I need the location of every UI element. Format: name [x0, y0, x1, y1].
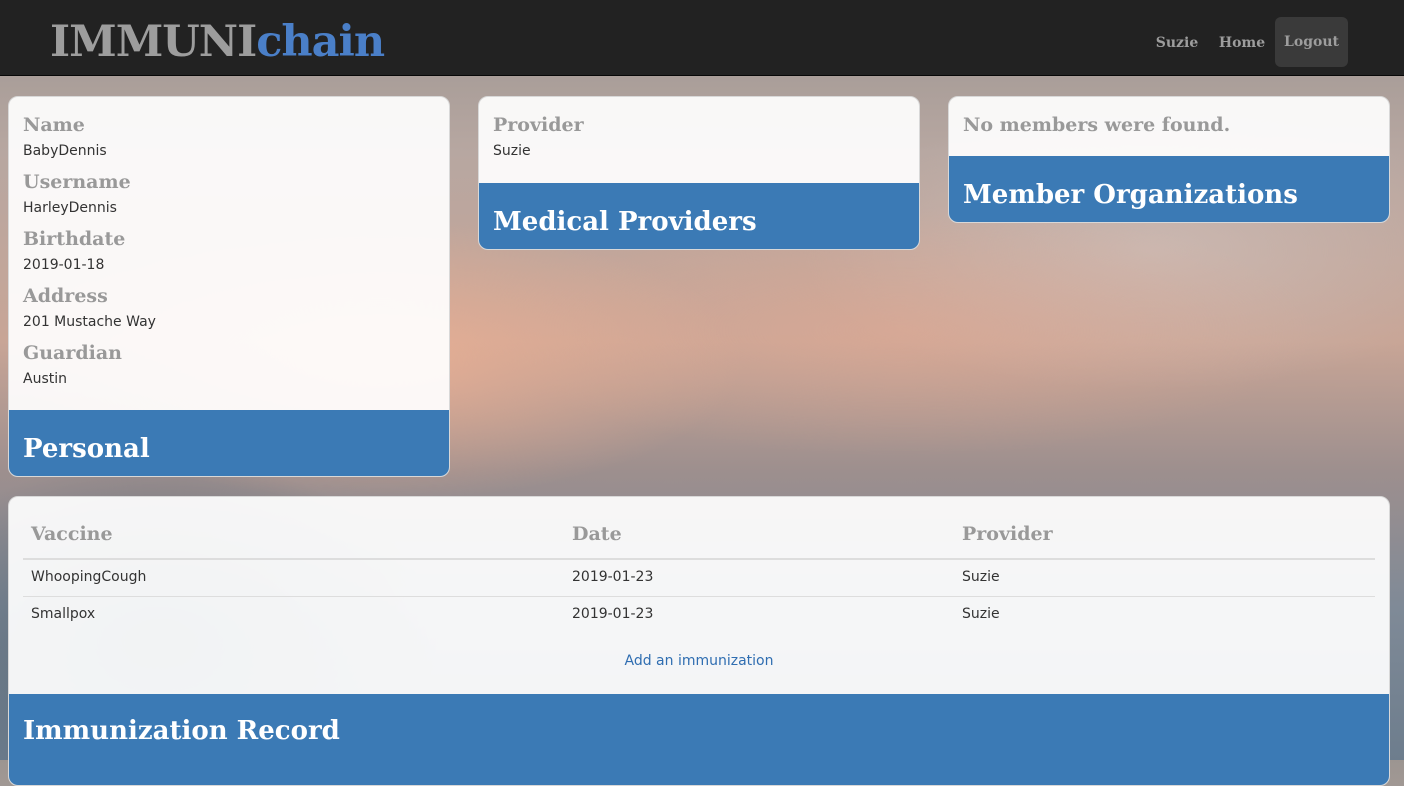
- personal-card: Name BabyDennis Username HarleyDennis Bi…: [8, 96, 450, 477]
- nav-user-link[interactable]: Suzie: [1148, 18, 1206, 68]
- address-label: Address: [23, 285, 108, 307]
- birthdate-value: 2019-01-18: [23, 257, 105, 273]
- provider-value: Suzie: [493, 143, 531, 159]
- immunization-record-card: Vaccine Date Provider WhoopingCough 2019…: [8, 496, 1390, 786]
- medical-providers-card-footer: Medical Providers: [479, 183, 919, 249]
- row-date-cell: 2019-01-23: [572, 606, 654, 622]
- brand-logo[interactable]: IMMUNIchain: [50, 14, 385, 70]
- top-navbar: IMMUNIchain Suzie Home Logout: [0, 0, 1404, 76]
- name-value: BabyDennis: [23, 143, 107, 159]
- immunization-record-card-footer: Immunization Record: [9, 694, 1389, 785]
- medical-providers-card-title: Medical Providers: [493, 207, 757, 237]
- member-organizations-card: No members were found. Member Organizati…: [948, 96, 1390, 223]
- username-label: Username: [23, 171, 131, 193]
- guardian-label: Guardian: [23, 342, 122, 364]
- row-provider-cell: Suzie: [962, 569, 1000, 585]
- address-value: 201 Mustache Way: [23, 314, 156, 330]
- immunization-record-card-title: Immunization Record: [23, 716, 340, 746]
- medical-providers-card: Provider Suzie Medical Providers: [478, 96, 920, 250]
- no-members-message: No members were found.: [963, 114, 1231, 136]
- brand-part-immuni: IMMUNI: [50, 17, 257, 67]
- column-header-date: Date: [572, 523, 622, 545]
- brand-part-chain: chain: [256, 17, 385, 67]
- birthdate-label: Birthdate: [23, 228, 126, 250]
- guardian-value: Austin: [23, 371, 67, 387]
- nav-logout-button[interactable]: Logout: [1275, 17, 1348, 67]
- nav-home-link[interactable]: Home: [1212, 18, 1272, 68]
- personal-card-title: Personal: [23, 434, 150, 464]
- username-value: HarleyDennis: [23, 200, 117, 216]
- personal-card-footer: Personal: [9, 410, 449, 476]
- table-header-divider: [23, 558, 1375, 560]
- table-row-divider: [23, 596, 1375, 597]
- row-provider-cell: Suzie: [962, 606, 1000, 622]
- name-label: Name: [23, 114, 85, 136]
- member-organizations-card-footer: Member Organizations: [949, 156, 1389, 222]
- member-organizations-card-title: Member Organizations: [963, 180, 1298, 210]
- row-vaccine-cell: Smallpox: [31, 606, 96, 622]
- row-date-cell: 2019-01-23: [572, 569, 654, 585]
- provider-label: Provider: [493, 114, 584, 136]
- add-immunization-link[interactable]: Add an immunization: [9, 653, 1389, 669]
- column-header-vaccine: Vaccine: [31, 523, 113, 545]
- column-header-provider: Provider: [962, 523, 1053, 545]
- row-vaccine-cell: WhoopingCough: [31, 569, 147, 585]
